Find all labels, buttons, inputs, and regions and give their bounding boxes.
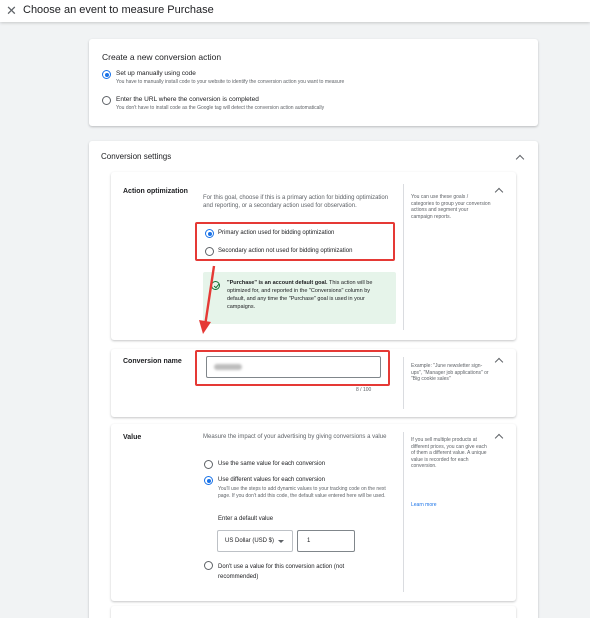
radio-manual-code[interactable] (102, 70, 111, 79)
action-optimization-section: Action optimization For this goal, choos… (111, 172, 516, 340)
value-help: If you sell multiple products at differe… (411, 437, 487, 469)
value-section: Value Measure the impact of your adverti… (111, 424, 516, 601)
section-divider (403, 184, 404, 330)
radio-url[interactable] (102, 96, 111, 105)
red-arrow-annotation (199, 265, 216, 334)
highlight-box-optimization (195, 222, 395, 261)
default-goal-notice: "Purchase" is an account default goal. T… (203, 272, 396, 324)
different-values-desc: You'll use the steps to add dynamic valu… (218, 486, 386, 499)
radio-url-desc: You don't have to install code as the Go… (116, 105, 325, 111)
conversion-name-help: Example: "June newsletter sign-ups", "Ma… (411, 363, 489, 382)
caret-down-icon (278, 540, 284, 543)
radio-no-value[interactable] (204, 561, 213, 570)
section-divider (403, 357, 404, 409)
highlight-box-name (195, 350, 390, 386)
collapse-settings-chevron-icon[interactable] (515, 154, 525, 164)
action-optimization-help: You can use these goals / categories to … (411, 194, 491, 220)
radio-manual-code-desc: You have to manually install code to you… (116, 79, 345, 85)
default-value-text: 1 (307, 538, 311, 544)
action-optimization-desc: For this goal, choose if this is a prima… (203, 195, 389, 209)
conversion-name-label: Conversion name (123, 358, 182, 365)
conversion-settings-card: Conversion settings Action optimization … (89, 141, 538, 618)
radio-no-value-label: Don't use a value for this conversion ac… (218, 564, 345, 580)
currency-select[interactable]: US Dollar (USD $) (217, 530, 293, 552)
action-optimization-label: Action optimization (123, 188, 188, 195)
radio-different-values-label: Use different values for each conversion (218, 477, 325, 483)
value-desc: Measure the impact of your advertising b… (203, 434, 387, 440)
currency-select-value: US Dollar (USD $) (225, 538, 275, 544)
default-value-label: Enter a default value (218, 516, 274, 522)
section-divider (403, 432, 404, 592)
collapse-optimization-chevron-icon[interactable] (494, 187, 504, 197)
next-section (111, 606, 516, 618)
default-value-input[interactable]: 1 (297, 530, 355, 552)
default-goal-notice-text: "Purchase" is an account default goal. T… (227, 279, 385, 311)
collapse-name-chevron-icon[interactable] (494, 357, 504, 367)
dialog-header: ✕ Choose an event to measure Purchase (0, 0, 590, 22)
page-title: Choose an event to measure Purchase (23, 4, 214, 16)
character-counter: 8 / 100 (356, 387, 372, 393)
radio-same-value-label: Use the same value for each conversion (218, 461, 326, 467)
radio-manual-code-label: Set up manually using code (116, 70, 196, 77)
create-conversion-title: Create a new conversion action (102, 52, 222, 62)
value-label: Value (123, 434, 142, 441)
radio-url-label: Enter the URL where the conversion is co… (116, 96, 259, 103)
learn-more-link[interactable]: Learn more (411, 502, 491, 509)
notice-bold-text: "Purchase" is an account default goal. (227, 280, 328, 286)
radio-different-values[interactable] (204, 476, 213, 485)
radio-same-value[interactable] (204, 460, 213, 469)
collapse-value-chevron-icon[interactable] (494, 433, 504, 443)
create-conversion-card: Create a new conversion action Set up ma… (89, 39, 538, 126)
conversion-name-section: Conversion name 8 / 100 Example: "June n… (111, 349, 516, 417)
close-icon[interactable]: ✕ (6, 3, 17, 19)
conversion-settings-title: Conversion settings (101, 152, 172, 161)
